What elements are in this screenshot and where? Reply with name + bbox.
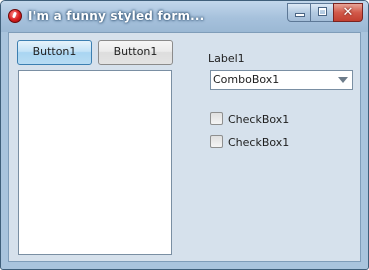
minimize-icon [296, 14, 304, 16]
caption-buttons: ✕ [287, 3, 363, 23]
label1: Label1 [208, 52, 245, 65]
checkbox-1-label: CheckBox1 [228, 113, 290, 126]
button1[interactable]: Button1 [98, 40, 173, 65]
combobox-value: ComboBox1 [213, 73, 280, 86]
title-bar[interactable]: I'm a funny styled form... ✕ [1, 1, 368, 32]
checkbox-1[interactable] [210, 112, 223, 125]
app-error-icon[interactable] [8, 9, 22, 23]
window-title: I'm a funny styled form... [28, 9, 205, 23]
button1-hot[interactable]: Button1 [17, 40, 92, 65]
checkbox-2[interactable] [210, 135, 223, 148]
combobox[interactable]: ComboBox1 [210, 70, 353, 90]
close-icon: ✕ [342, 5, 354, 20]
maximize-icon [318, 7, 327, 16]
maximize-button[interactable] [310, 3, 334, 22]
dropdown-arrow-icon[interactable] [338, 77, 348, 83]
form-client-area: Button1 Button1 Label1 ComboBox1 CheckBo… [8, 32, 361, 262]
close-button[interactable]: ✕ [333, 3, 363, 22]
list-box[interactable] [18, 70, 172, 255]
app-window: I'm a funny styled form... ✕ Button1 But… [0, 0, 369, 270]
checkbox-2-label: CheckBox1 [228, 136, 290, 149]
minimize-button[interactable] [287, 3, 311, 22]
